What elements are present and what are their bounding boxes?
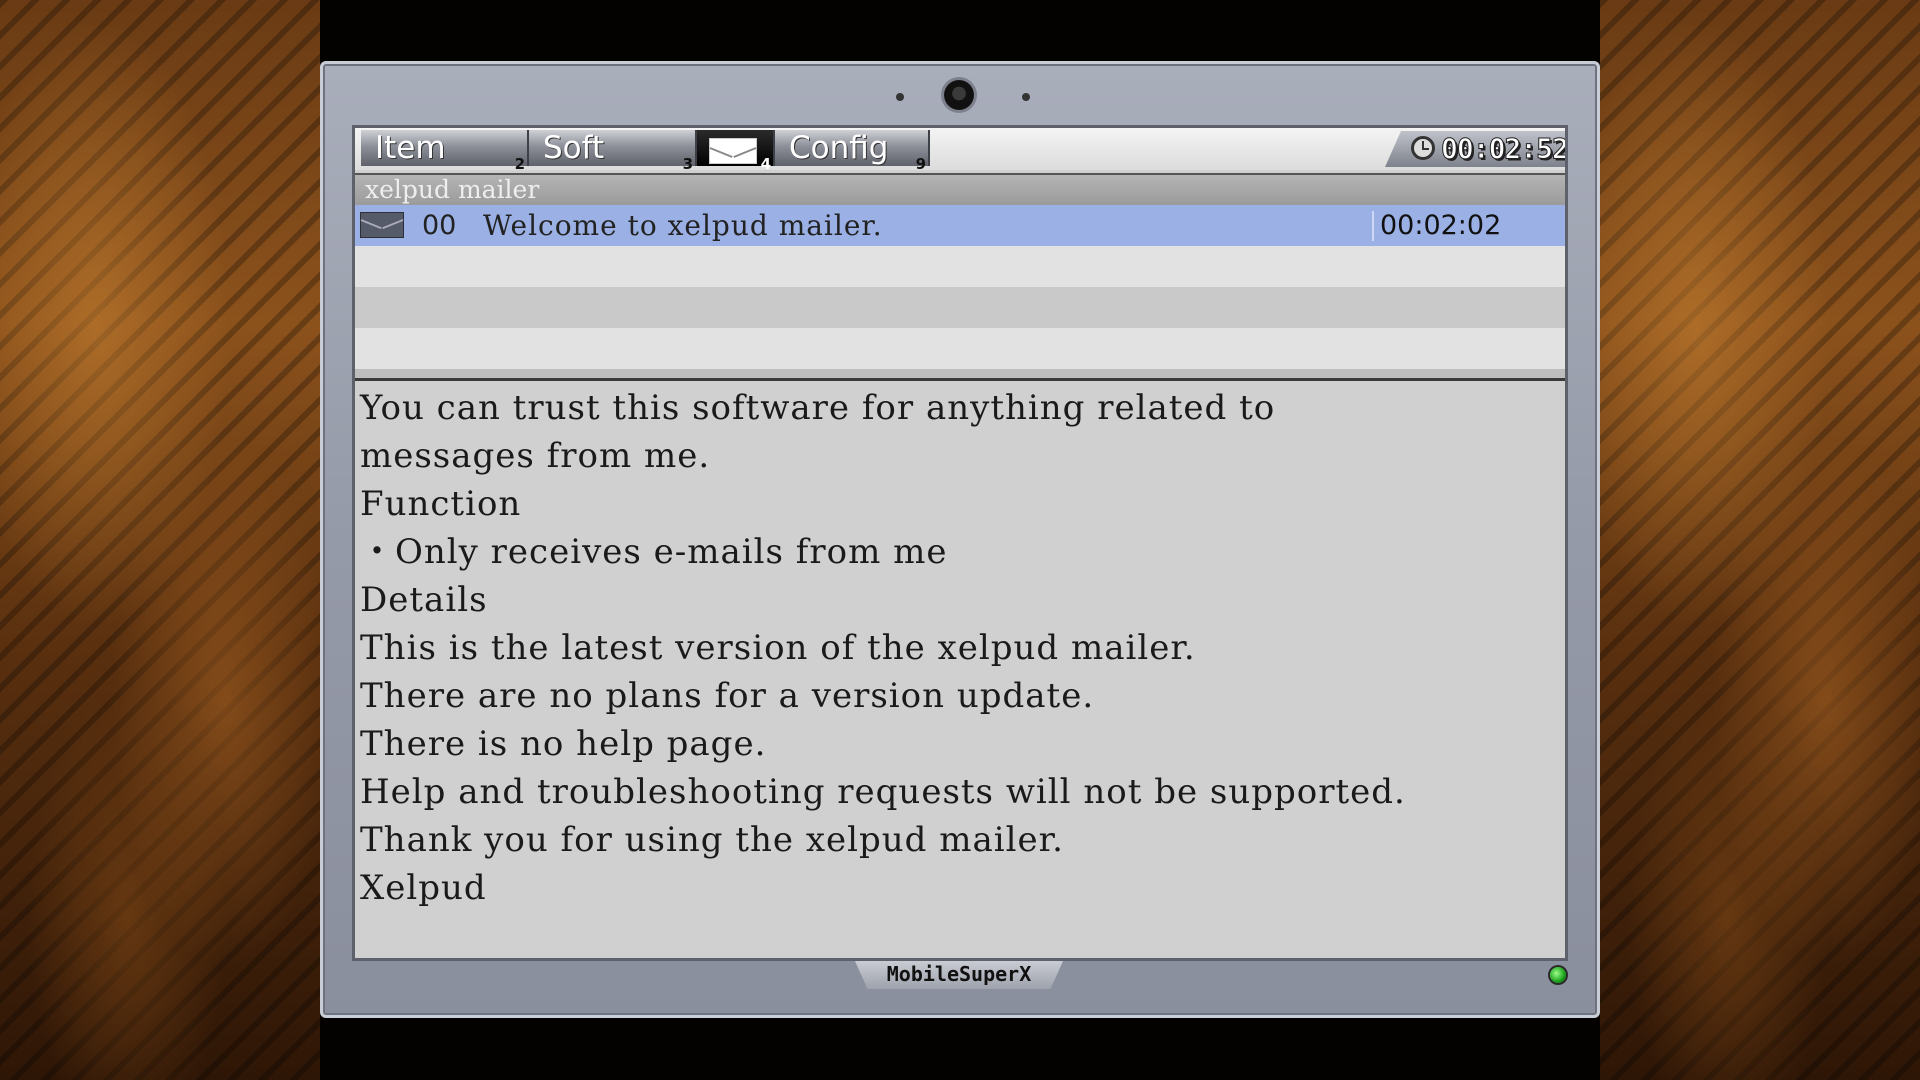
envelope-icon	[709, 138, 757, 164]
message-row[interactable]: 00 Welcome to xelpud mailer. 00:02:02	[355, 205, 1565, 246]
tab-soft-hotkey: 3	[682, 155, 693, 173]
sensor-dot-right	[1022, 93, 1030, 101]
device-screen: Item 2 Soft 3 4 Config 9 00:02:52 xelpud…	[352, 125, 1568, 961]
column-divider	[1372, 211, 1374, 241]
tab-mail[interactable]: 4	[697, 130, 775, 172]
message-list: 00 Welcome to xelpud mailer. 00:02:02	[355, 205, 1565, 369]
empty-message-row	[355, 246, 1565, 287]
tab-config-hotkey: 9	[915, 155, 926, 173]
body-line: messages from me.	[360, 436, 711, 476]
bottom-letterbox	[320, 1018, 1600, 1080]
device-brand-label: MobileSuperX	[855, 961, 1063, 989]
sensor-dot-left	[896, 93, 904, 101]
empty-message-row	[355, 287, 1565, 328]
clock-display: 00:02:52	[1385, 131, 1565, 167]
message-subject: Welcome to xelpud mailer.	[483, 209, 883, 242]
top-menu-bar: Item 2 Soft 3 4 Config 9 00:02:52	[355, 128, 1565, 172]
handheld-device-frame: Item 2 Soft 3 4 Config 9 00:02:52 xelpud…	[320, 61, 1600, 1018]
body-line: There are no plans for a version update.	[360, 676, 1095, 716]
clock-icon	[1411, 136, 1435, 160]
clock-time: 00:02:52	[1441, 132, 1568, 166]
message-body: You can trust this software for anything…	[360, 384, 1560, 912]
tab-config[interactable]: Config 9	[775, 130, 930, 172]
body-line: This is the latest version of the xelpud…	[360, 628, 1196, 668]
body-line: Thank you for using the xelpud mailer.	[360, 820, 1064, 860]
body-line: ・Only receives e-mails from me	[360, 532, 948, 572]
tab-config-label: Config	[789, 130, 889, 166]
body-line: Help and troubleshooting requests will n…	[360, 772, 1406, 812]
window-title: xelpud mailer	[355, 173, 1565, 205]
tab-item[interactable]: Item 2	[361, 130, 529, 172]
camera-icon	[944, 80, 974, 110]
body-line: Function	[360, 484, 522, 524]
message-number: 00	[422, 210, 457, 241]
relief-background-left	[0, 0, 320, 1080]
message-time: 00:02:02	[1380, 210, 1502, 241]
tab-soft[interactable]: Soft 3	[529, 130, 697, 172]
top-letterbox	[320, 0, 1600, 61]
tab-item-hotkey: 2	[514, 155, 525, 173]
empty-message-row	[355, 328, 1565, 369]
tab-soft-label: Soft	[543, 130, 605, 166]
list-divider	[355, 369, 1565, 381]
body-line: There is no help page.	[360, 724, 767, 764]
status-led-icon	[1550, 967, 1566, 983]
body-line: Xelpud	[360, 868, 487, 908]
relief-background-right	[1600, 0, 1920, 1080]
body-line: Details	[360, 580, 488, 620]
mail-icon	[360, 212, 404, 238]
tab-mail-hotkey: 4	[760, 155, 771, 173]
body-line: You can trust this software for anything…	[360, 388, 1276, 428]
tab-item-label: Item	[375, 130, 446, 166]
